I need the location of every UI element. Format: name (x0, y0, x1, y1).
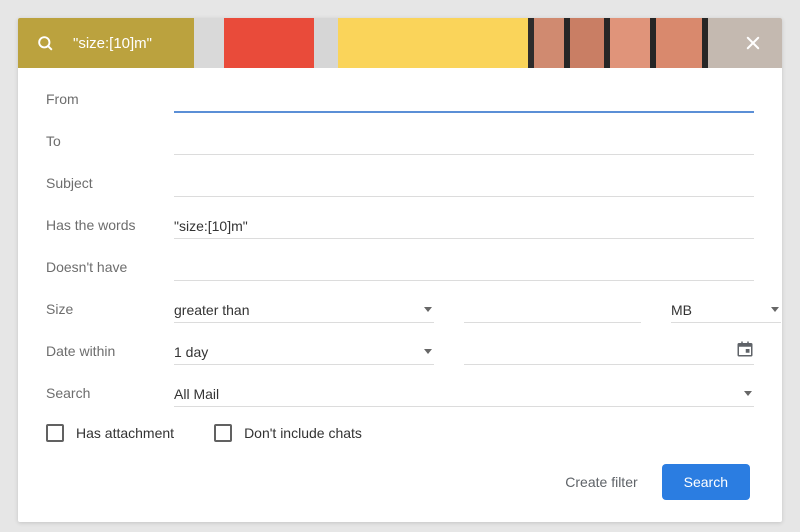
chevron-down-icon (424, 349, 432, 354)
from-input[interactable] (174, 85, 754, 113)
search-button[interactable]: Search (662, 464, 750, 500)
search-query-text[interactable]: "size:[10]m" (73, 35, 152, 52)
has-attachment-checkbox[interactable]: Has attachment (46, 424, 174, 442)
subject-label: Subject (46, 175, 174, 191)
checkbox-box (46, 424, 64, 442)
date-within-label: Date within (46, 343, 174, 359)
search-header: "size:[10]m" (18, 18, 782, 68)
chevron-down-icon (744, 391, 752, 396)
from-label: From (46, 91, 174, 107)
has-words-input[interactable] (174, 212, 754, 239)
doesnt-have-label: Doesn't have (46, 259, 174, 275)
chevron-down-icon (771, 307, 779, 312)
date-range-select[interactable]: 1 day (174, 338, 434, 365)
date-range-value: 1 day (174, 344, 208, 360)
search-icon[interactable] (36, 34, 55, 53)
create-filter-button[interactable]: Create filter (565, 474, 637, 490)
search-scope-label: Search (46, 385, 174, 401)
size-unit-value: MB (671, 302, 692, 318)
has-words-label: Has the words (46, 217, 174, 233)
subject-input[interactable] (174, 170, 754, 197)
dont-include-chats-label: Don't include chats (244, 425, 362, 441)
doesnt-have-input[interactable] (174, 254, 754, 281)
search-scope-select[interactable]: All Mail (174, 380, 754, 407)
search-form: From To Subject Has the words Doesn't ha… (18, 68, 782, 522)
calendar-icon[interactable] (736, 340, 754, 365)
search-scope-value: All Mail (174, 386, 219, 402)
size-operator-value: greater than (174, 302, 250, 318)
to-label: To (46, 133, 174, 149)
size-operator-select[interactable]: greater than (174, 296, 434, 323)
date-picker-input[interactable] (464, 341, 754, 365)
size-label: Size (46, 301, 174, 317)
advanced-search-panel: "size:[10]m" From To Subject Has the wor… (18, 18, 782, 522)
close-icon[interactable] (744, 34, 762, 52)
has-attachment-label: Has attachment (76, 425, 174, 441)
chevron-down-icon (424, 307, 432, 312)
to-input[interactable] (174, 128, 754, 155)
size-value-input[interactable] (464, 299, 641, 323)
dont-include-chats-checkbox[interactable]: Don't include chats (214, 424, 362, 442)
checkbox-box (214, 424, 232, 442)
size-unit-select[interactable]: MB (671, 296, 781, 323)
